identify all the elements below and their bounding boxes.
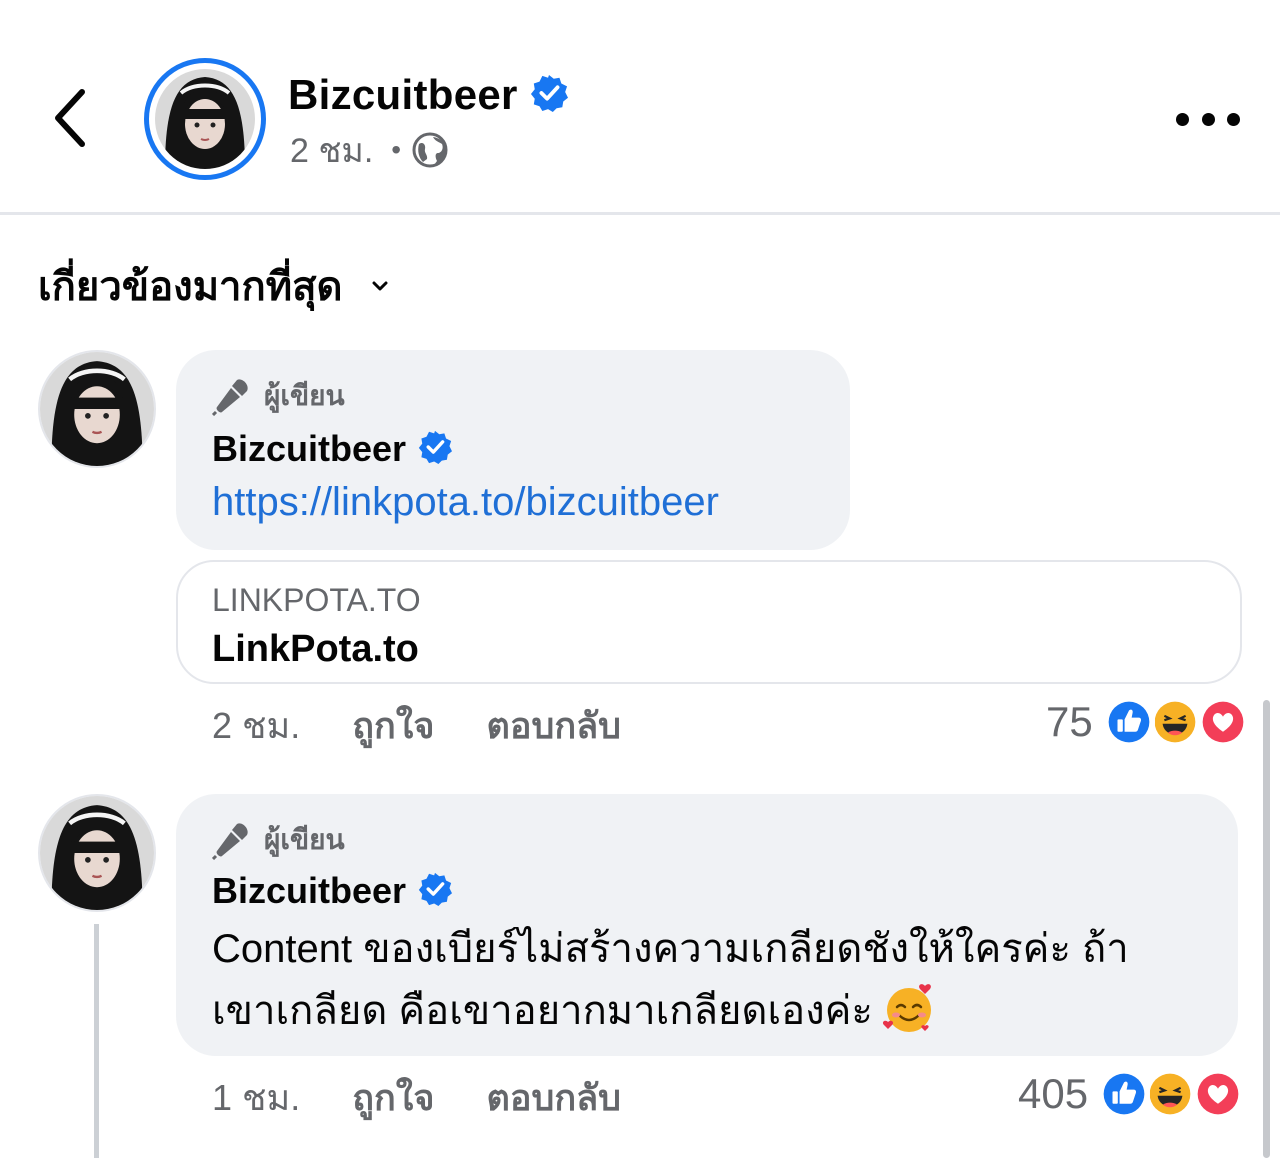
author-badge-label: ผู้เขียน bbox=[264, 380, 345, 411]
comment-author-row: Bizcuitbeer bbox=[212, 424, 452, 474]
more-options-button[interactable] bbox=[1176, 104, 1240, 134]
chevron-down-icon bbox=[372, 281, 387, 291]
verified-badge-icon bbox=[418, 872, 452, 911]
more-horizontal-icon-dot bbox=[1201, 112, 1215, 126]
author-badge: ผู้เขียน bbox=[212, 818, 345, 862]
comment-avatar[interactable] bbox=[38, 794, 156, 912]
haha-reaction-icon bbox=[1144, 1068, 1197, 1120]
comment-actions: 2 ชม. ถูกใจ ตอบกลับ bbox=[212, 700, 621, 750]
haha-reaction-icon bbox=[1148, 696, 1201, 748]
author-avatar-story-ring[interactable] bbox=[144, 58, 266, 180]
like-reaction-icon bbox=[1098, 1068, 1151, 1120]
smiling-face-with-hearts-emoji bbox=[882, 984, 931, 1032]
verified-badge-icon bbox=[418, 430, 452, 469]
comment-time[interactable]: 2 ชม. bbox=[212, 697, 300, 754]
reaction-count: 405 bbox=[1018, 1070, 1089, 1117]
comment-author-name[interactable]: Bizcuitbeer bbox=[212, 428, 406, 470]
comment-text-line: เขาเกลียด คือเขาอยากมาเกลียดเองค่ะ bbox=[212, 989, 873, 1033]
author-name[interactable]: Bizcuitbeer bbox=[288, 71, 518, 119]
comment-bubble: ผู้เขียน Bizcuitbeer https://linkpota.to… bbox=[176, 350, 850, 550]
comment-text-line-with-emoji: เขาเกลียด คือเขาอยากมาเกลียดเองค่ะ bbox=[212, 980, 1222, 1042]
sort-label: เกี่ยวข้องมากที่สุด bbox=[38, 265, 343, 309]
author-name-row: Bizcuitbeer bbox=[288, 68, 568, 122]
link-preview-card[interactable]: LINKPOTA.TO LinkPota.to bbox=[176, 560, 1242, 684]
comment-time[interactable]: 1 ชม. bbox=[212, 1069, 300, 1126]
reaction-icons bbox=[1102, 696, 1249, 748]
reaction-summary[interactable]: 405 bbox=[1018, 1066, 1245, 1122]
chevron-left-icon bbox=[55, 89, 85, 147]
like-button[interactable]: ถูกใจ bbox=[352, 697, 434, 754]
comment-text: Content ของเบียร์ไม่สร้างความเกลียดชังให… bbox=[212, 918, 1222, 1042]
post-meta: 2 ชม. • bbox=[290, 128, 449, 172]
thread-line bbox=[94, 924, 99, 1158]
comment-link[interactable]: https://linkpota.to/bizcuitbeer bbox=[212, 480, 719, 525]
post-header: Bizcuitbeer 2 ชม. • bbox=[0, 0, 1280, 215]
comment-author-name[interactable]: Bizcuitbeer bbox=[212, 870, 406, 912]
comment-bubble: ผู้เขียน Bizcuitbeer Content ของเบียร์ไม… bbox=[176, 794, 1238, 1056]
reaction-count: 75 bbox=[1046, 698, 1093, 745]
post-comments-screen: Bizcuitbeer 2 ชม. • เกี่ยวข้องมากที่สุด bbox=[0, 0, 1280, 1158]
comment-sort-dropdown[interactable]: เกี่ยวข้องมากที่สุด bbox=[38, 258, 391, 314]
reply-button[interactable]: ตอบกลับ bbox=[486, 697, 621, 754]
more-horizontal-icon-dot bbox=[1176, 112, 1189, 126]
author-badge: ผู้เขียน bbox=[212, 374, 345, 418]
comment-actions: 1 ชม. ถูกใจ ตอบกลับ bbox=[212, 1072, 621, 1122]
avatar bbox=[155, 69, 255, 169]
link-preview-domain: LINKPOTA.TO bbox=[212, 582, 421, 618]
comment-text-line: Content ของเบียร์ไม่สร้างความเกลียดชังให… bbox=[212, 927, 1129, 971]
post-time[interactable]: 2 ชม. bbox=[290, 123, 373, 177]
divider bbox=[0, 212, 1280, 215]
comment-author-row: Bizcuitbeer bbox=[212, 866, 452, 916]
microphone-icon bbox=[212, 379, 248, 416]
author-badge-label: ผู้เขียน bbox=[264, 824, 345, 855]
scrollbar[interactable] bbox=[1263, 700, 1270, 1158]
reply-button[interactable]: ตอบกลับ bbox=[486, 1069, 621, 1126]
more-horizontal-icon-dot bbox=[1227, 112, 1240, 126]
like-button[interactable]: ถูกใจ bbox=[352, 1069, 434, 1126]
love-reaction-icon bbox=[1196, 696, 1249, 748]
reaction-summary[interactable]: 75 bbox=[1046, 694, 1249, 750]
globe-icon bbox=[412, 132, 448, 168]
verified-badge-icon bbox=[530, 74, 568, 117]
link-preview-title: LinkPota.to bbox=[212, 628, 419, 670]
love-reaction-icon bbox=[1192, 1068, 1245, 1120]
back-button[interactable] bbox=[44, 82, 100, 154]
microphone-icon bbox=[212, 823, 248, 860]
reaction-icons bbox=[1098, 1068, 1245, 1120]
comment-avatar[interactable] bbox=[38, 350, 156, 468]
like-reaction-icon bbox=[1102, 696, 1155, 748]
separator-dot: • bbox=[391, 134, 402, 165]
